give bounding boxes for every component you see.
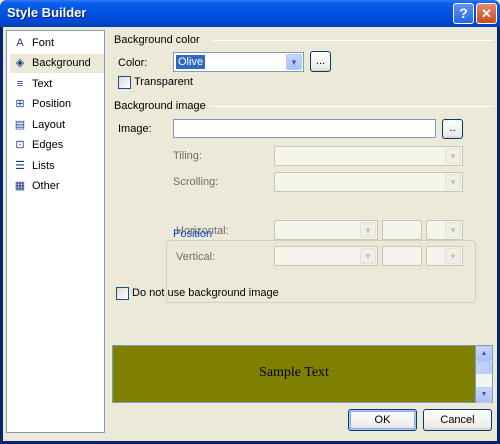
color-select[interactable]: Olive ▼ [173,52,304,72]
sidebar-item-font[interactable]: A Font [10,34,104,53]
vertical-value-input[interactable] [382,246,422,266]
ok-button[interactable]: OK [348,409,417,431]
section-divider [210,106,493,107]
transparent-checkbox[interactable] [118,76,131,89]
help-button[interactable]: ? [453,3,474,24]
font-icon: A [16,37,24,49]
vertical-select[interactable]: ▼ [274,246,378,266]
title-bar[interactable]: Style Builder ? ✕ [0,0,500,27]
chevron-down-icon[interactable]: ▼ [360,248,376,264]
sidebar-item-text[interactable]: ≡ Text [10,75,104,94]
window-title: Style Builder [7,5,87,20]
preview-scrollbar[interactable]: ▲ ▼ [476,345,493,403]
scroll-up-icon[interactable]: ▲ [476,346,492,362]
sidebar-item-label: Font [32,37,55,49]
scrolling-select[interactable]: ▼ [274,172,463,192]
sidebar-item-edges[interactable]: ⊡ Edges [10,136,104,155]
close-button[interactable]: ✕ [476,3,497,24]
sidebar-item-label: Other [32,180,60,192]
category-list: A Font ◈ Background ≡ Text ⊞ Position ▤ … [6,30,105,433]
cancel-button[interactable]: Cancel [423,409,492,431]
section-divider [213,40,493,41]
chevron-down-icon[interactable]: ▼ [445,248,461,264]
image-label: Image: [118,123,152,135]
preview-sample-text: Sample Text [259,365,329,380]
image-input[interactable] [173,119,436,138]
chevron-down-icon[interactable]: ▼ [360,222,376,238]
color-label: Color: [118,57,147,69]
color-browse-button[interactable]: ... [310,51,331,72]
lists-icon: ☰ [15,160,25,172]
vertical-unit-select[interactable]: ▼ [426,246,463,266]
sidebar-item-layout[interactable]: ▤ Layout [10,116,104,135]
text-icon: ≡ [16,78,24,90]
horizontal-select[interactable]: ▼ [274,220,378,240]
sidebar-item-other[interactable]: ▦ Other [10,177,104,196]
edges-icon: ⊡ [15,139,25,151]
sidebar-item-label: Text [32,78,53,90]
color-label-text: Color: [118,57,148,69]
image-browse-button[interactable]: .. [442,119,463,139]
no-background-image-checkbox[interactable] [116,287,129,300]
scroll-thumb[interactable] [476,362,492,374]
sidebar-item-label: Position [32,98,72,110]
sidebar-item-position[interactable]: ⊞ Position [10,95,104,114]
layout-icon: ▤ [14,119,26,131]
tiling-select[interactable]: ▼ [274,146,463,166]
color-select-value: Olive [176,55,206,69]
dialog-client: A Font ◈ Background ≡ Text ⊞ Position ▤ … [3,27,497,441]
transparent-label[interactable]: Transparent [134,76,193,88]
other-icon: ▦ [14,180,26,192]
horizontal-value-input[interactable] [382,220,422,240]
sidebar-item-lists[interactable]: ☰ Lists [10,157,104,176]
chevron-down-icon[interactable]: ▼ [445,222,461,238]
scrolling-label: Scrolling: [173,176,219,188]
scroll-down-icon[interactable]: ▼ [476,387,492,403]
no-background-image-label[interactable]: Do not use background image [132,287,279,299]
preview-pane: Sample Text [112,345,476,403]
style-builder-window: Style Builder ? ✕ A Font ◈ Background ≡ … [0,0,500,444]
background-image-heading: Background image [114,100,206,112]
sidebar-item-label: Lists [32,160,55,172]
chevron-down-icon[interactable]: ▼ [445,174,461,190]
background-color-heading: Background color [114,34,200,46]
position-icon: ⊞ [15,98,25,110]
vertical-label: Vertical: [176,251,216,263]
horizontal-unit-select[interactable]: ▼ [426,220,463,240]
chevron-down-icon[interactable]: ▼ [445,148,461,164]
sidebar-item-background[interactable]: ◈ Background [10,54,104,73]
background-icon: ◈ [15,57,25,69]
chevron-down-icon[interactable]: ▼ [286,54,302,70]
sidebar-item-label: Layout [32,119,66,131]
tiling-label: Tiling: [173,150,202,162]
horizontal-label: Horizontal: [176,225,229,237]
sidebar-item-label: Background [32,57,91,69]
sidebar-item-label: Edges [32,139,64,151]
